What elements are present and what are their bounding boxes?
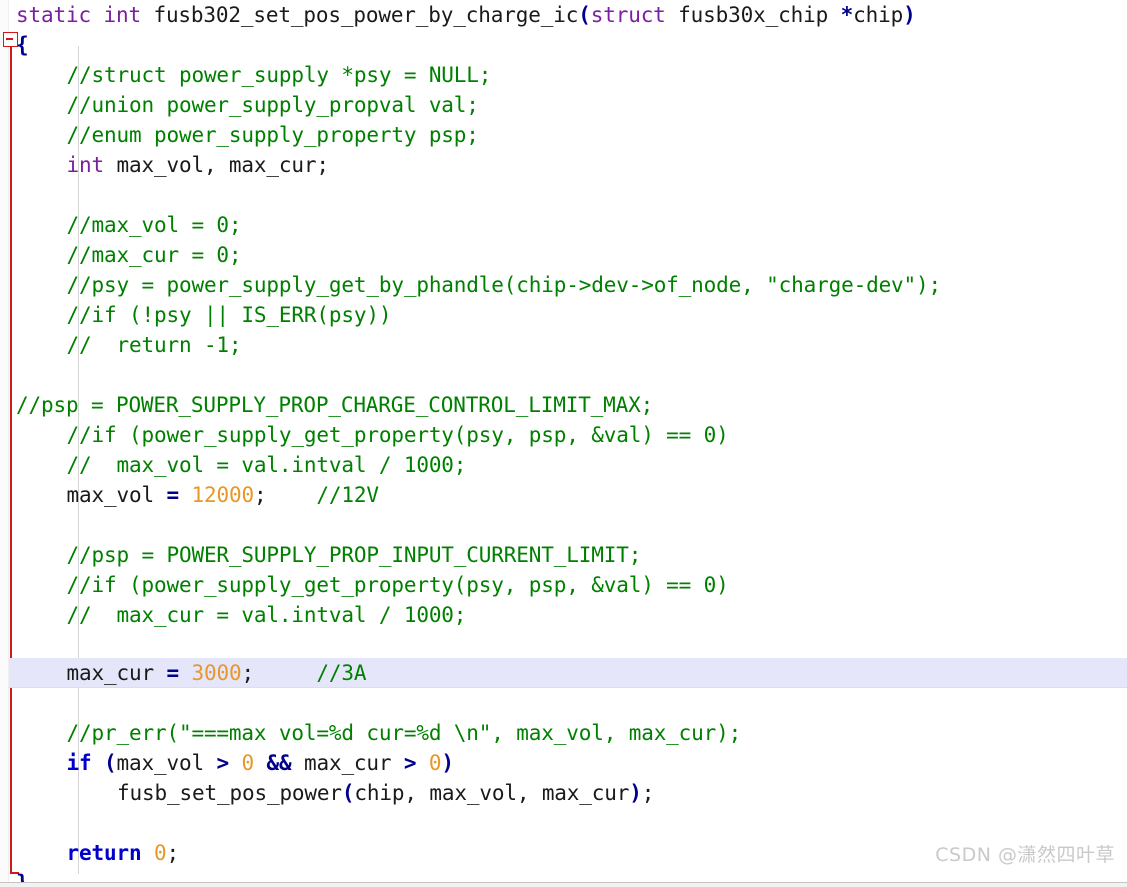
code-token: 0 (153, 841, 167, 865)
code-token: //3A (316, 661, 367, 685)
code-token: > (403, 751, 417, 775)
code-line[interactable]: // max_vol = val.intval / 1000; (67, 450, 467, 480)
code-token: max_cur (66, 661, 167, 685)
code-token: struct (590, 3, 666, 27)
code-token: ( (341, 781, 355, 805)
code-token: * (840, 3, 854, 27)
code-token: ; (166, 841, 179, 865)
code-line[interactable]: //pr_err("===max vol=%d cur=%d \n", max_… (67, 718, 742, 748)
code-token: fusb302_set_pos_power_by_charge_ic (140, 3, 579, 27)
code-token: chip, max_vol, max_cur (354, 781, 630, 805)
code-line[interactable]: //if (power_supply_get_property(psy, psp… (67, 570, 729, 600)
code-token: static (16, 3, 91, 27)
code-line[interactable]: //if (power_supply_get_property(psy, psp… (67, 420, 729, 450)
code-token: ; (241, 661, 317, 685)
code-token: 12000 (191, 483, 254, 507)
code-token: int (66, 153, 105, 177)
code-token: ) (629, 781, 642, 805)
code-token: { (16, 33, 29, 57)
code-token: && (266, 751, 292, 775)
code-token: //max_vol = 0; (66, 213, 242, 237)
code-token: > (216, 751, 229, 775)
code-line[interactable]: //max_vol = 0; (67, 210, 242, 240)
code-token: int (103, 3, 141, 27)
code-line[interactable]: //max_cur = 0; (67, 240, 242, 270)
code-token: fusb_set_pos_power (117, 781, 342, 805)
code-line[interactable]: { (16, 30, 29, 60)
csdn-watermark: CSDN @潇然四叶草 (935, 844, 1115, 866)
code-token: // return -1; (66, 333, 242, 357)
code-token: ) (903, 3, 916, 27)
code-editor-view[interactable]: static int fusb302_set_pos_power_by_char… (0, 0, 1127, 887)
code-line[interactable]: //if (!psy || IS_ERR(psy)) (67, 300, 392, 330)
code-token: //max_cur = 0; (66, 243, 242, 267)
code-token: 0 (428, 751, 442, 775)
code-line[interactable]: //struct power_supply *psy = NULL; (67, 60, 492, 90)
code-token: ; (253, 483, 317, 507)
code-token: 0 (241, 751, 254, 775)
code-line[interactable]: //psp = POWER_SUPPLY_PROP_CHARGE_CONTROL… (16, 390, 653, 420)
code-line[interactable]: //union power_supply_propval val; (67, 90, 479, 120)
code-token: = (166, 661, 179, 685)
code-line[interactable]: //enum power_supply_property psp; (67, 120, 479, 150)
code-token: //union power_supply_propval val; (66, 93, 479, 117)
editor-gutter (0, 0, 9, 887)
code-token: //if (!psy || IS_ERR(psy)) (66, 303, 392, 327)
code-line[interactable]: //psp = POWER_SUPPLY_PROP_INPUT_CURRENT_… (67, 540, 642, 570)
code-line[interactable]: static int fusb302_set_pos_power_by_char… (16, 0, 916, 30)
code-token: max_vol (116, 751, 217, 775)
code-token: ; (641, 781, 655, 805)
code-token: //struct power_supply *psy = NULL; (66, 63, 492, 87)
code-line[interactable]: // return -1; (67, 330, 242, 360)
code-token: //psp = POWER_SUPPLY_PROP_CHARGE_CONTROL… (16, 393, 654, 417)
code-token: max_vol, max_cur; (104, 153, 329, 177)
code-token: = (166, 483, 179, 507)
code-token: //enum power_supply_property psp; (66, 123, 479, 147)
horizontal-scrollbar[interactable] (0, 882, 1127, 887)
code-token: if (66, 751, 92, 775)
code-line[interactable]: int max_vol, max_cur; (66, 150, 330, 180)
code-token: ( (104, 751, 117, 775)
code-token: //psy = power_supply_get_by_phandle(chip… (66, 273, 942, 297)
code-line[interactable]: return 0; (66, 838, 180, 868)
code-token: //if (power_supply_get_property(psy, psp… (66, 573, 729, 597)
code-token: // max_cur = val.intval / 1000; (66, 603, 467, 627)
code-line[interactable]: max_cur = 3000; //3A (67, 658, 367, 688)
code-line[interactable]: max_vol = 12000; //12V (66, 480, 380, 510)
code-token: 3000 (191, 661, 242, 685)
code-token: fusb30x_chip (665, 3, 841, 27)
code-fold-guide-line (10, 46, 12, 874)
code-token: //pr_err("===max vol=%d cur=%d \n", max_… (66, 721, 742, 745)
code-token: return (66, 841, 142, 865)
code-line[interactable]: if (max_vol > 0 && max_cur > 0) (66, 748, 455, 778)
code-token: max_cur (291, 751, 404, 775)
code-token: // max_vol = val.intval / 1000; (66, 453, 467, 477)
code-token: ) (441, 751, 454, 775)
code-token: //psp = POWER_SUPPLY_PROP_INPUT_CURRENT_… (66, 543, 642, 567)
code-line[interactable]: fusb_set_pos_power(chip, max_vol, max_cu… (117, 778, 654, 808)
code-line[interactable]: //psy = power_supply_get_by_phandle(chip… (67, 270, 942, 300)
code-token: ( (578, 3, 591, 27)
code-token: //if (power_supply_get_property(psy, psp… (66, 423, 729, 447)
code-token: max_vol (66, 483, 167, 507)
code-token: //12V (316, 483, 379, 507)
code-token: chip (853, 3, 904, 27)
code-line[interactable]: // max_cur = val.intval / 1000; (67, 600, 467, 630)
